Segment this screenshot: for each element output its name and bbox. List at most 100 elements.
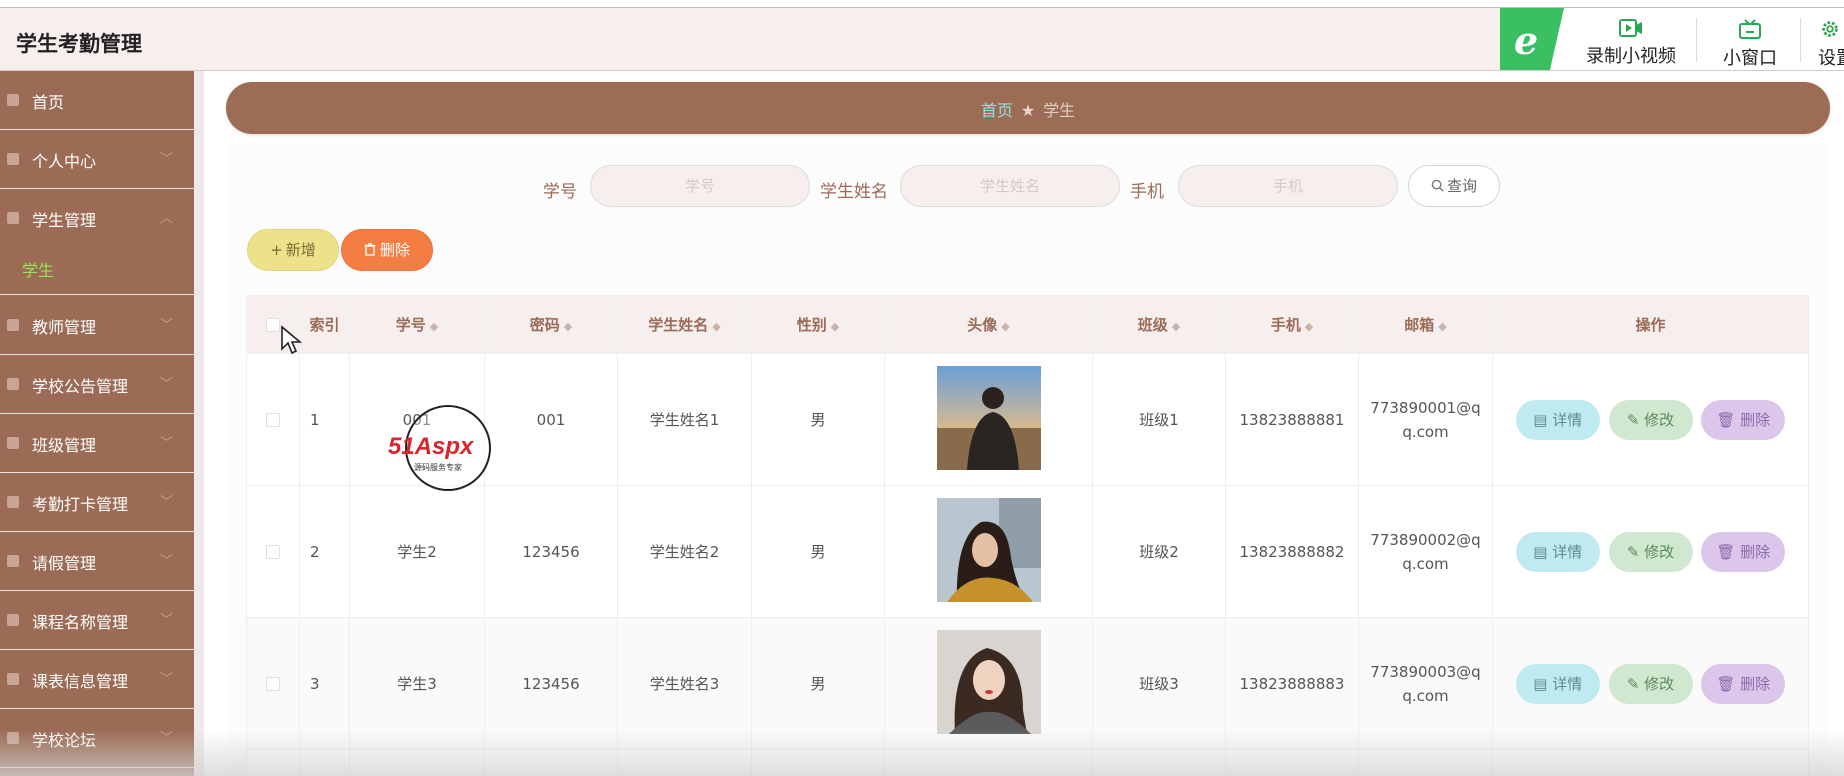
sidebar-item-personal-center[interactable]: 个人中心 ﹀ <box>0 130 194 189</box>
sort-icon[interactable]: ◆ <box>1172 320 1180 333</box>
gender-cell: 男 <box>751 485 885 618</box>
phone-input[interactable] <box>1178 165 1398 207</box>
avatar-cell <box>884 485 1093 618</box>
sidebar-item-label: 请假管理 <box>32 554 97 573</box>
document-icon: ▤ <box>1533 674 1553 693</box>
delete-button[interactable]: 🗑 删除 <box>1701 399 1786 440</box>
sort-icon[interactable]: ◆ <box>831 320 839 333</box>
pencil-icon: ✎ <box>1626 542 1645 561</box>
sidebar-item-timetable-management[interactable]: 课表信息管理 ﹀ <box>0 650 194 709</box>
query-button[interactable]: 查询 <box>1408 165 1500 207</box>
sidebar-item-label: 学校公告管理 <box>32 377 129 396</box>
table-row: 3 学生3 123456 学生姓名3 男 班级3 13823888883 773… <box>246 617 1809 750</box>
edit-button[interactable]: ✎ 修改 <box>1608 663 1693 704</box>
delete-button[interactable]: 🗑 删除 <box>1701 531 1786 572</box>
column-header-gender[interactable]: 性别 ◆ <box>751 295 885 354</box>
chevron-up-icon: ︿ <box>160 211 174 226</box>
sidebar-item-label: 学校论坛 <box>32 731 97 750</box>
sidebar-item-announcement-management[interactable]: 学校公告管理 ﹀ <box>0 355 194 414</box>
student-no-input[interactable] <box>590 165 810 207</box>
avatar[interactable] <box>936 497 1041 602</box>
student-name-cell: 学生姓名1 <box>617 353 752 486</box>
column-header-password[interactable]: 密码 ◆ <box>484 295 618 354</box>
add-button-label: 新增 <box>285 241 316 259</box>
detail-button[interactable]: ▤ 详情 <box>1515 663 1600 704</box>
add-button[interactable]: + 新增 <box>247 229 339 271</box>
delete-button-label: 删除 <box>1740 674 1771 693</box>
watermark-logo-graphic: 51Aspx 源码服务专家 <box>388 405 491 491</box>
row-checkbox[interactable] <box>266 413 280 427</box>
avatar[interactable] <box>936 365 1041 470</box>
chevron-down-icon: ﹀ <box>160 152 174 167</box>
column-header-class[interactable]: 班级 ◆ <box>1092 295 1226 354</box>
column-header-label: 密码 <box>529 316 560 334</box>
student-no-cell: 学生2 <box>349 485 485 618</box>
shield-icon <box>7 673 19 685</box>
sort-icon[interactable]: ◆ <box>430 320 438 333</box>
actions-cell: ▤ 详情 ✎ 修改 🗑 删除 <box>1492 617 1809 750</box>
sidebar-subitem-label: 学生 <box>22 261 55 280</box>
edit-button[interactable]: ✎ 修改 <box>1608 399 1693 440</box>
class-cell: 班级3 <box>1092 617 1226 750</box>
record-video-button[interactable]: 录制小视频 <box>1570 8 1692 70</box>
settings-button[interactable]: 设置 <box>1806 8 1844 70</box>
column-header-email[interactable]: 邮箱 ◆ <box>1358 295 1493 354</box>
chevron-down-icon: ﹀ <box>160 672 174 687</box>
sidebar-item-class-management[interactable]: 班级管理 ﹀ <box>0 414 194 473</box>
video-camera-icon <box>1619 19 1642 37</box>
student-table: 索引 学号 ◆ 密码 ◆ 学生姓名 ◆ 性别 ◆ 头像 ◆ 班级 ◆ 手机 ◆ 邮箱 ◆ 操作 … <box>246 295 1809 776</box>
edit-button[interactable]: ✎ 修改 <box>1608 531 1693 572</box>
chevron-down-icon: ﹀ <box>160 613 174 628</box>
sidebar-item-leave-management[interactable]: 请假管理 ﹀ <box>0 532 194 591</box>
sidebar-item-course-name-management[interactable]: 课程名称管理 ﹀ <box>0 591 194 650</box>
sidebar-subitem-student[interactable]: 学生 <box>0 247 194 295</box>
sidebar-item-student-management[interactable]: 学生管理 ︿ <box>0 189 194 248</box>
avatar-cell <box>884 749 1093 776</box>
record-video-label: 录制小视频 <box>1586 46 1676 67</box>
column-header-avatar[interactable]: 头像 ◆ <box>884 295 1093 354</box>
chevron-down-icon: ﹀ <box>160 731 174 746</box>
column-header-label: 头像 <box>967 316 998 334</box>
sidebar-item-label: 学生管理 <box>32 211 97 230</box>
avatar[interactable] <box>936 629 1041 734</box>
sidebar-item-label: 首页 <box>32 93 65 112</box>
detail-button[interactable]: ▤ 详情 <box>1515 399 1600 440</box>
sort-icon[interactable]: ◆ <box>1001 320 1009 333</box>
sort-icon[interactable]: ◆ <box>564 320 572 333</box>
gender-cell: 男 <box>751 617 885 750</box>
gender-cell: 男 <box>751 353 885 486</box>
delete-button[interactable]: 🗑 删除 <box>1701 663 1786 704</box>
column-header-student-no[interactable]: 学号 ◆ <box>349 295 485 354</box>
row-checkbox[interactable] <box>266 545 280 559</box>
column-header-student-name[interactable]: 学生姓名 ◆ <box>617 295 752 354</box>
class-cell: 班级1 <box>1092 353 1226 486</box>
index-cell: 2 <box>299 485 350 618</box>
sidebar-item-label: 个人中心 <box>32 152 97 171</box>
sidebar-item-home[interactable]: 首页 <box>0 71 194 130</box>
sort-icon[interactable]: ◆ <box>1305 320 1313 333</box>
sidebar-item-school-forum[interactable]: 学校论坛 ﹀ <box>0 709 194 768</box>
row-select-cell <box>246 353 300 486</box>
batch-delete-button[interactable]: 删除 <box>341 229 433 271</box>
plus-icon: + <box>270 241 283 259</box>
sort-icon[interactable]: ◆ <box>712 320 720 333</box>
browser-logo-badge[interactable]: e <box>1500 8 1564 70</box>
breadcrumb: 首页 ★ 学生 <box>226 82 1830 134</box>
avatar-photo-1 <box>936 365 1041 470</box>
select-all-checkbox[interactable] <box>266 318 280 332</box>
mini-window-button[interactable]: 小窗口 <box>1702 8 1798 70</box>
detail-button[interactable]: ▤ 详情 <box>1515 531 1600 572</box>
sort-icon[interactable]: ◆ <box>1438 320 1446 333</box>
gender-cell <box>751 749 885 776</box>
breadcrumb-home-link[interactable]: 首页 <box>981 101 1013 120</box>
student-name-cell: 学生姓名3 <box>617 617 752 750</box>
row-checkbox[interactable] <box>266 677 280 691</box>
student-name-input[interactable] <box>900 165 1120 207</box>
sidebar-item-label: 课程名称管理 <box>32 613 129 632</box>
document-icon: ▤ <box>1533 542 1553 561</box>
pencil-icon: ✎ <box>1626 410 1645 429</box>
app-title: 学生考勤管理 <box>16 32 142 56</box>
sidebar-item-attendance-management[interactable]: 考勤打卡管理 ﹀ <box>0 473 194 532</box>
sidebar-item-teacher-management[interactable]: 教师管理 ﹀ <box>0 296 194 355</box>
column-header-phone[interactable]: 手机 ◆ <box>1225 295 1359 354</box>
